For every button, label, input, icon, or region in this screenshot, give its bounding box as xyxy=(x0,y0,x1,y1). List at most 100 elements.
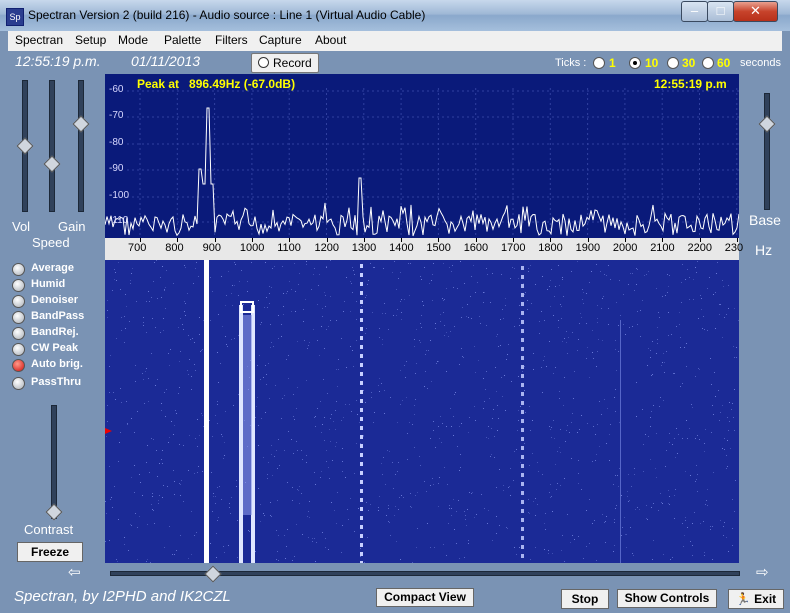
window-title: Spectran Version 2 (build 216) - Audio s… xyxy=(28,8,426,22)
freq-tick-mark xyxy=(251,238,253,242)
db-tick-label: -80 xyxy=(109,137,124,148)
minimize-button[interactable]: – xyxy=(681,1,708,22)
freq-tick-label: 900 xyxy=(202,242,221,254)
clock-time: 12:55:19 p.m. xyxy=(15,53,101,69)
freq-tick-label: 800 xyxy=(165,242,184,254)
waterfall-graph xyxy=(105,260,739,563)
option-led-5[interactable] xyxy=(12,343,25,356)
contrast-slider-thumb[interactable] xyxy=(45,503,63,521)
freq-tick-mark xyxy=(736,238,738,242)
option-led-0[interactable] xyxy=(12,263,25,276)
speed-slider-thumb[interactable] xyxy=(43,155,61,173)
menu-spectran[interactable]: Spectran xyxy=(15,33,63,47)
record-button[interactable]: Record xyxy=(251,53,319,73)
status-strip xyxy=(8,51,782,73)
spectrum-trace xyxy=(105,107,739,237)
db-tick-label: -110 xyxy=(109,215,129,226)
freq-tick-mark xyxy=(699,238,701,242)
speed-slider-track[interactable] xyxy=(49,80,55,212)
freq-tick-mark xyxy=(214,238,216,242)
option-label[interactable]: Average xyxy=(31,262,74,274)
option-label[interactable]: BandPass xyxy=(31,310,84,322)
option-led-1[interactable] xyxy=(12,279,25,292)
contrast-slider-track[interactable] xyxy=(51,405,57,519)
option-led-4[interactable] xyxy=(12,327,25,340)
db-tick-label: -60 xyxy=(109,84,124,95)
tick-label-10: 10 xyxy=(645,56,659,70)
scroll-thumb[interactable] xyxy=(204,565,222,583)
freq-tick-mark xyxy=(140,238,141,242)
ticks-unit: seconds xyxy=(740,57,781,69)
option-label[interactable]: CW Peak xyxy=(31,342,78,354)
freq-tick-label: 1400 xyxy=(389,242,414,254)
close-button[interactable]: ✕ xyxy=(733,1,778,22)
exit-button[interactable]: 🏃 Exit xyxy=(728,589,784,609)
scroll-right-arrow-icon[interactable]: ⇨ xyxy=(756,565,772,580)
app-icon[interactable]: Sp xyxy=(6,8,24,26)
stop-button[interactable]: Stop xyxy=(561,589,609,609)
tick-radio-1[interactable] xyxy=(593,57,605,69)
freeze-button[interactable]: Freeze xyxy=(17,542,83,562)
menu-mode[interactable]: Mode xyxy=(118,33,148,47)
freq-tick-mark xyxy=(475,238,477,242)
db-tick-label: -70 xyxy=(109,110,124,121)
base-slider-track[interactable] xyxy=(764,93,770,210)
gain-slider-track[interactable] xyxy=(78,80,84,212)
show-controls-button[interactable]: Show Controls xyxy=(617,589,717,608)
freq-tick-mark xyxy=(587,238,589,242)
freq-tick-label: 2000 xyxy=(612,242,638,254)
freq-tick-mark xyxy=(326,238,328,242)
base-slider-thumb[interactable] xyxy=(758,115,776,133)
freq-tick-label: 1900 xyxy=(575,242,601,254)
tick-radio-30[interactable] xyxy=(667,57,679,69)
freq-tick-mark xyxy=(438,238,440,242)
menu-capture[interactable]: Capture xyxy=(259,33,302,47)
vol-label: Vol xyxy=(12,219,31,234)
option-label[interactable]: Auto brig. xyxy=(31,358,83,370)
option-led-2[interactable] xyxy=(12,295,25,308)
tick-label-60: 60 xyxy=(717,56,731,70)
carrier-line xyxy=(204,260,209,563)
freq-tick-label: 1600 xyxy=(463,242,489,254)
freq-tick-mark xyxy=(363,238,365,242)
option-label[interactable]: BandRej. xyxy=(31,326,79,338)
tick-label-30: 30 xyxy=(682,56,696,70)
hz-label: Hz xyxy=(755,242,773,258)
freq-tick-label: 1300 xyxy=(351,242,377,254)
spectrum-plot[interactable]: Peak at 896.49Hz (-67.0dB) 12:55:19 p.m … xyxy=(105,74,739,260)
freq-tick-mark xyxy=(550,238,552,242)
tick-radio-60[interactable] xyxy=(702,57,714,69)
speed-label: Speed xyxy=(32,235,70,250)
menu-filters[interactable]: Filters xyxy=(215,33,248,47)
option-label[interactable]: Humid xyxy=(31,278,65,290)
option-led-7[interactable] xyxy=(12,377,25,390)
freq-tick-label: 1000 xyxy=(239,242,265,254)
contrast-label: Contrast xyxy=(24,522,74,537)
gain-slider-thumb[interactable] xyxy=(72,115,90,133)
freq-tick-label: 1100 xyxy=(277,242,301,254)
record-radio-icon xyxy=(258,57,269,68)
option-label[interactable]: Denoiser xyxy=(31,294,78,306)
menu-about[interactable]: About xyxy=(315,33,346,47)
waterfall-marker-icon xyxy=(105,428,112,434)
freq-tick-mark xyxy=(177,238,179,242)
freq-tick-label: 2100 xyxy=(650,242,675,254)
clock-date: 01/11/2013 xyxy=(131,53,201,69)
tick-label-1: 1 xyxy=(609,56,616,70)
menu-palette[interactable]: Palette xyxy=(164,33,201,47)
credit-text: Spectran, by I2PHD and IK2CZL xyxy=(14,588,231,605)
vol-slider-thumb[interactable] xyxy=(16,137,34,155)
scroll-left-arrow-icon[interactable]: ⇦ xyxy=(68,565,84,580)
option-led-3[interactable] xyxy=(12,311,25,324)
freq-tick-mark xyxy=(289,238,291,242)
option-led-6[interactable] xyxy=(12,359,25,372)
compact-view-button[interactable]: Compact View xyxy=(376,588,474,607)
option-label[interactable]: PassThru xyxy=(31,376,81,388)
freq-tick-label: 1200 xyxy=(314,242,339,254)
maximize-button[interactable]: □ xyxy=(707,1,734,22)
waterfall-display[interactable] xyxy=(105,260,739,563)
freq-tick-label: 1500 xyxy=(426,242,451,254)
tick-radio-10[interactable] xyxy=(629,57,641,69)
menu-setup[interactable]: Setup xyxy=(75,33,106,47)
freq-tick-label: 2200 xyxy=(687,242,712,254)
